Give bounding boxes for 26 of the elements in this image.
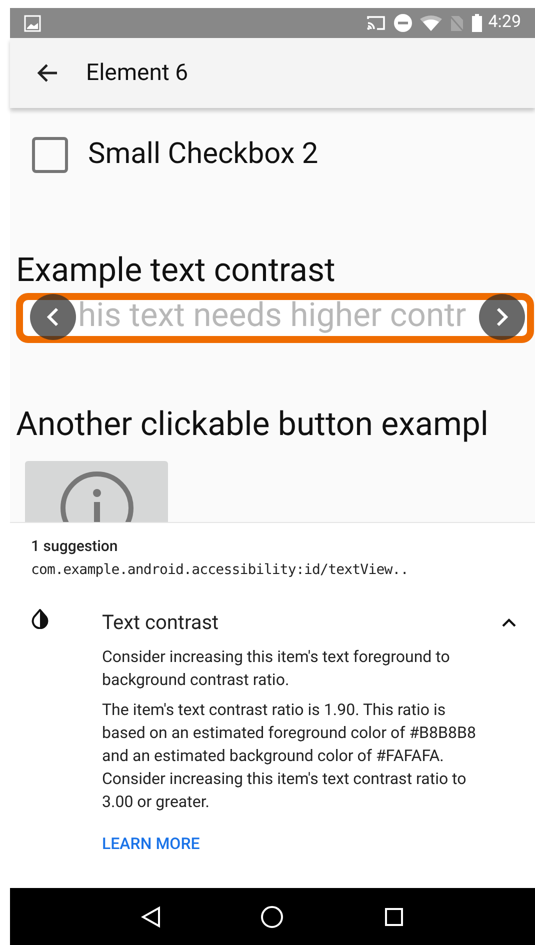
no-sim-icon: [450, 14, 464, 32]
back-nav-button[interactable]: [138, 904, 163, 928]
section-heading: Example text contrast: [16, 250, 336, 290]
chevron-right-icon: [495, 306, 509, 326]
battery-icon: [472, 14, 482, 32]
chevron-up-icon: [501, 616, 517, 626]
suggestion-summary: Consider increasing this item's text foreground to background contrast ratio.: [102, 646, 451, 690]
do-not-disturb-icon: [394, 14, 412, 32]
wifi-icon: [420, 15, 442, 31]
element-id: com.example.android.accessibility:id/textView..: [31, 560, 410, 580]
checkbox[interactable]: [32, 136, 68, 173]
status-time: 4:29: [488, 11, 521, 34]
low-contrast-text: his text needs higher contr: [78, 296, 466, 336]
image-icon: [24, 14, 41, 32]
suggestion-title: Text contrast: [102, 608, 220, 636]
app-bar-title: Element 6: [86, 58, 188, 88]
suggestion-count: 1 suggestion: [31, 536, 119, 557]
suggestion-detail: The item's text contrast ratio is 1.90. This ratio is based on an estimated foreground color of #B8B8B8 and an estimated background color of #FAFAFA. Consider increasing this item's text contrast ratio to 3.00 or greater.: [102, 698, 477, 812]
checkbox-label: Small Checkbox 2: [88, 136, 318, 173]
section-heading: Another clickable button exampl: [16, 404, 490, 444]
home-button[interactable]: [260, 904, 284, 928]
cast-icon: [366, 15, 386, 31]
learn-more-link[interactable]: LEARN MORE: [102, 832, 200, 856]
contrast-icon: [31, 608, 49, 628]
chevron-left-icon: [46, 306, 60, 326]
info-button[interactable]: [25, 460, 168, 522]
